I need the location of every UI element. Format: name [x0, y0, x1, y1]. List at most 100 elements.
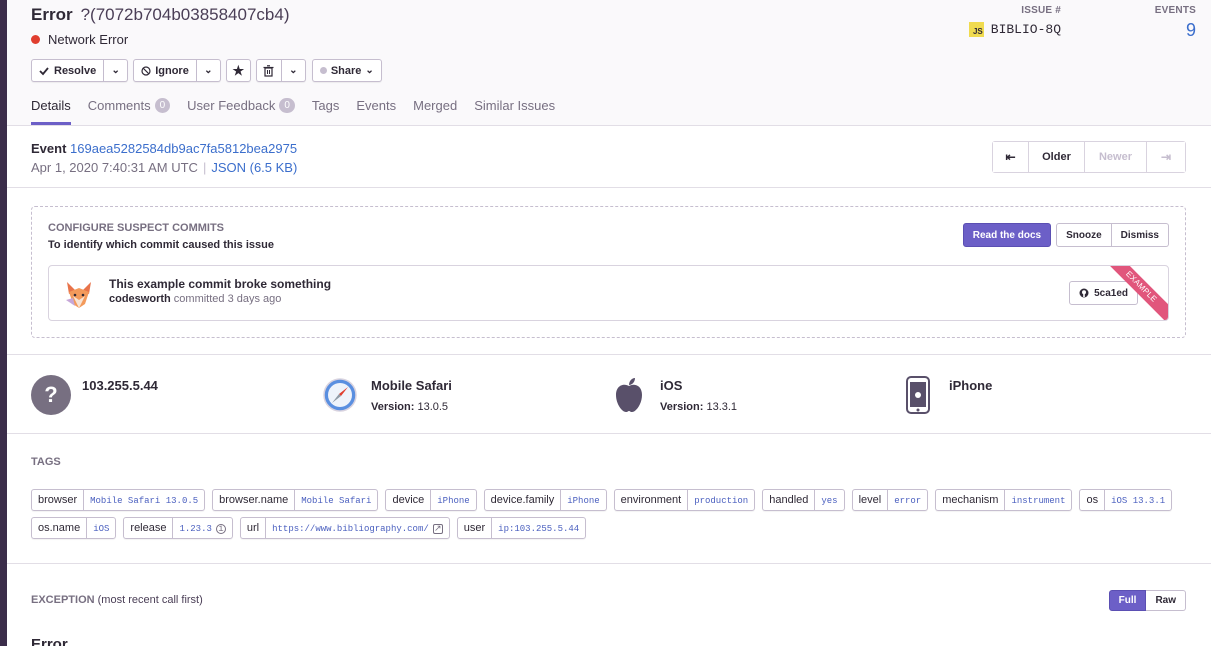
json-link[interactable]: JSON (6.5 KB)	[211, 160, 297, 175]
tag-value-text: Mobile Safari 13.0.5	[90, 496, 199, 506]
share-button[interactable]: Share ⌄	[311, 59, 382, 82]
tag-pill[interactable]: device.family iPhone	[483, 489, 607, 511]
last-page-icon: ⇥	[1160, 150, 1172, 164]
delete-button[interactable]	[255, 59, 282, 82]
tag-pill[interactable]: handled yes	[762, 489, 845, 511]
suspect-commits-actions: Read the docs Snooze Dismiss	[962, 223, 1169, 247]
event-id-row: Event 169aea5282584db9ac7fa5812bea2975	[31, 141, 297, 156]
suspect-commits-title: CONFIGURE SUSPECT COMMITS	[48, 222, 225, 234]
tag-value[interactable]: error	[888, 492, 927, 510]
tag-value[interactable]: iOS	[87, 520, 115, 538]
tab-comments[interactable]: Comments 0	[88, 98, 171, 125]
tab-similar-issues[interactable]: Similar Issues	[474, 98, 555, 125]
tag-pill[interactable]: user ip:103.255.5.44	[456, 517, 587, 539]
tab-merged[interactable]: Merged	[413, 98, 457, 125]
device-name: iPhone	[949, 378, 993, 393]
tab-label: Tags	[311, 98, 340, 113]
tag-value[interactable]: yes	[815, 492, 843, 510]
tag-value[interactable]: ip:103.255.5.44	[492, 520, 585, 538]
exception-type: Error	[31, 636, 68, 646]
tag-pill[interactable]: url https://www.bibliography.com/↗	[239, 517, 450, 539]
tag-pill[interactable]: os iOS 13.3.1	[1079, 489, 1173, 511]
suspect-commits-panel: CONFIGURE SUSPECT COMMITS To identify wh…	[31, 206, 1186, 338]
snooze-button[interactable]: Snooze	[1056, 223, 1112, 247]
tag-key: browser	[32, 490, 85, 510]
chevron-down-icon: ⌄	[111, 65, 120, 76]
error-level-dot-icon	[31, 35, 40, 44]
issue-tabs: Details Comments 0 User Feedback 0 Tags Ev…	[31, 98, 572, 125]
tag-value[interactable]: production	[688, 492, 754, 510]
tag-pill[interactable]: os.name iOS	[31, 517, 117, 539]
tag-pill[interactable]: device iPhone	[385, 489, 477, 511]
tab-events[interactable]: Events	[356, 98, 396, 125]
tag-list: browser Mobile Safari 13.0.5 browser.name M…	[31, 489, 1191, 545]
tab-details[interactable]: Details	[31, 98, 71, 125]
tab-user-feedback[interactable]: User Feedback 0	[187, 98, 295, 125]
tag-value-text: Mobile Safari	[301, 496, 372, 506]
commit-sha-button[interactable]: 5ca1ed	[1069, 281, 1138, 305]
tag-pill[interactable]: browser Mobile Safari 13.0.5	[31, 489, 206, 511]
events-count-block: EVENTS 9	[1155, 5, 1196, 41]
tag-pill[interactable]: release 1.23.3 i	[123, 517, 233, 539]
ignore-icon	[141, 65, 151, 76]
resolve-button[interactable]: Resolve	[31, 59, 105, 82]
tag-value-text: 1.23.3	[179, 524, 212, 534]
star-icon: ★	[232, 62, 245, 78]
tag-value[interactable]: iPhone	[431, 492, 475, 510]
ignore-group: Ignore ⌄	[133, 59, 221, 82]
tag-value-text: https://www.bibliography.com/	[272, 524, 429, 534]
ignore-dropdown-button[interactable]: ⌄	[196, 59, 221, 82]
commit-author-line: codesworth committed 3 days ago	[109, 293, 281, 305]
tag-pill[interactable]: environment production	[613, 489, 756, 511]
issue-header: Error ?(7072b704b03858407cb4) Network Er…	[7, 0, 1211, 126]
oldest-event-button[interactable]: ⇤	[993, 142, 1029, 172]
tag-pill[interactable]: level error	[851, 489, 929, 511]
newest-event-button[interactable]: ⇥	[1147, 142, 1185, 172]
commit-sha: 5ca1ed	[1094, 287, 1128, 299]
older-event-button[interactable]: Older	[1029, 142, 1085, 172]
tag-value[interactable]: Mobile Safari	[295, 492, 377, 510]
full-view-button[interactable]: Full	[1108, 590, 1147, 611]
external-link-icon[interactable]: ↗	[432, 524, 443, 534]
share-status-dot-icon	[319, 67, 327, 74]
tab-label: Similar Issues	[474, 98, 556, 113]
resolve-label: Resolve	[54, 64, 97, 77]
issue-message: Network Error	[31, 32, 128, 47]
issue-short-id[interactable]: JS BIBLIO-8Q	[968, 22, 1061, 37]
chevron-down-icon: ⌄	[204, 65, 213, 76]
tag-value[interactable]: iOS 13.3.1	[1105, 492, 1171, 510]
checkmark-icon	[39, 66, 49, 75]
raw-view-button[interactable]: Raw	[1146, 590, 1186, 611]
tag-value[interactable]: instrument	[1005, 492, 1071, 510]
tag-pill[interactable]: mechanism instrument	[935, 489, 1073, 511]
chevron-down-icon: ⌄	[289, 65, 298, 76]
tag-value-text: error	[894, 496, 922, 506]
dismiss-button[interactable]: Dismiss	[1111, 223, 1169, 247]
tag-value-text: instrument	[1011, 496, 1066, 506]
tag-pill[interactable]: browser.name Mobile Safari	[212, 489, 379, 511]
tag-value[interactable]: https://www.bibliography.com/↗	[266, 520, 449, 538]
events-count[interactable]: 9	[1155, 20, 1196, 41]
event-header: Event 169aea5282584db9ac7fa5812bea2975 A…	[7, 126, 1211, 188]
tag-value-text: iOS 13.3.1	[1111, 496, 1166, 506]
apple-icon	[609, 375, 649, 415]
browser-name: Mobile Safari	[371, 378, 452, 393]
resolve-dropdown-button[interactable]: ⌄	[104, 59, 129, 82]
tag-key: os	[1080, 490, 1106, 510]
tag-value-text: iOS	[93, 524, 110, 534]
read-docs-button[interactable]: Read the docs	[962, 223, 1052, 247]
delete-dropdown-button[interactable]: ⌄	[281, 59, 306, 82]
newer-event-button[interactable]: Newer	[1085, 142, 1147, 172]
tag-value[interactable]: Mobile Safari 13.0.5	[84, 492, 204, 510]
tag-value[interactable]: 1.23.3 i	[173, 520, 231, 538]
tab-count-badge: 0	[279, 98, 295, 113]
tags-heading: TAGS	[31, 456, 61, 468]
issue-actions: Resolve ⌄ Ignore ⌄ ★ ⌄ Share ⌄	[31, 59, 382, 82]
info-icon[interactable]: i	[215, 524, 226, 534]
ignore-button[interactable]: Ignore	[133, 59, 197, 82]
tab-tags[interactable]: Tags	[312, 98, 339, 125]
event-id-link[interactable]: 169aea5282584db9ac7fa5812bea2975	[70, 141, 297, 156]
bookmark-button[interactable]: ★	[225, 59, 251, 82]
exception-note: (most recent call first)	[97, 594, 203, 606]
tag-value[interactable]: iPhone	[561, 492, 605, 510]
